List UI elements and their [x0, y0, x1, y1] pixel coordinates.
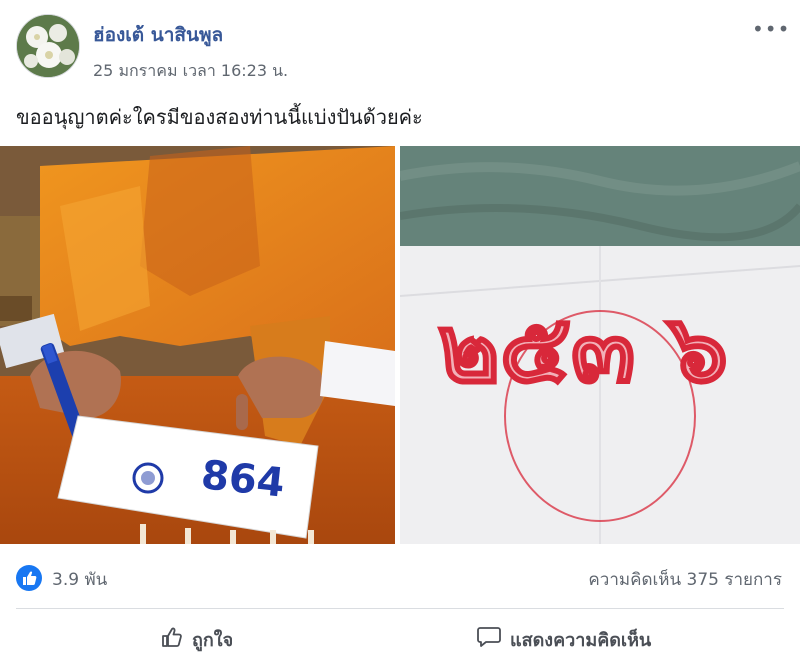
like-button[interactable]: ถูกใจ [160, 622, 233, 656]
thumbs-up-icon [160, 625, 184, 654]
photo-paper-digits[interactable]: ๒๕๓ ๖ [399, 146, 800, 544]
post-media: 864 ๒๕๓ ๖ [0, 146, 800, 544]
more-options-icon[interactable]: ••• [752, 18, 789, 40]
avatar[interactable] [16, 14, 80, 78]
action-bar: ถูกใจ แสดงความคิดเห็น [0, 612, 800, 666]
reaction-summary: 3.9 พัน ความคิดเห็น 375 รายการ [0, 560, 800, 596]
photo-monk-writing[interactable]: 864 [0, 146, 395, 544]
comment-button[interactable]: แสดงความคิดเห็น [476, 622, 651, 656]
card-number: 864 [199, 452, 287, 506]
post-header: ฮ่องเต้ นาสินพูล 25 มกราคม เวลา 16:23 น.… [0, 0, 800, 95]
comment-button-label: แสดงความคิดเห็น [510, 629, 652, 651]
like-count[interactable]: 3.9 พัน [52, 566, 107, 593]
comment-bubble-icon [476, 625, 502, 654]
like-reaction-icon[interactable] [16, 565, 42, 591]
divider [16, 608, 784, 609]
paper-digits: ๒๕๓ ๖ [438, 295, 728, 404]
like-button-label: ถูกใจ [192, 629, 234, 651]
author-name[interactable]: ฮ่องเต้ นาสินพูล [93, 20, 223, 50]
post-text: ขออนุญาตค่ะใครมีของสองท่านนี้แบ่งปันด้วย… [16, 105, 423, 129]
post-timestamp[interactable]: 25 มกราคม เวลา 16:23 น. [93, 59, 288, 84]
comment-count[interactable]: ความคิดเห็น 375 รายการ [588, 566, 782, 593]
